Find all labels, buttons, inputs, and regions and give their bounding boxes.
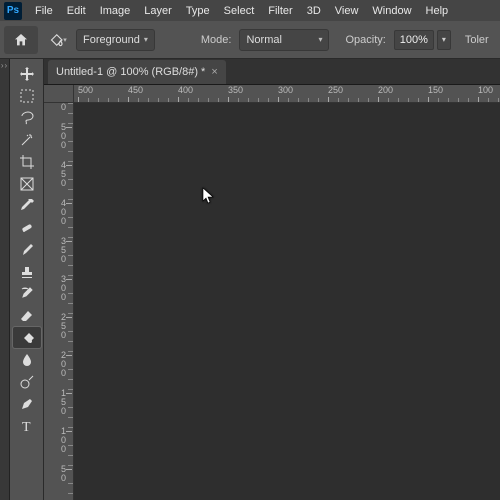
menu-window[interactable]: Window <box>365 2 418 20</box>
menu-help[interactable]: Help <box>419 2 456 20</box>
opacity-flyout[interactable]: ▾ <box>437 30 451 50</box>
chevron-down-icon: ▾ <box>144 35 148 44</box>
blend-mode-select[interactable]: Normal ▾ <box>239 29 329 51</box>
document-tab-title: Untitled-1 @ 100% (RGB/8#) * <box>56 66 205 78</box>
mode-label: Mode: <box>201 34 232 46</box>
tool-blur[interactable] <box>13 349 41 370</box>
menu-3d[interactable]: 3D <box>300 2 328 20</box>
tool-eraser[interactable] <box>13 305 41 326</box>
ruler-origin[interactable] <box>44 85 74 103</box>
opacity-input[interactable]: 100% <box>394 30 434 50</box>
tool-stamp[interactable] <box>13 261 41 282</box>
tool-brush[interactable] <box>13 239 41 260</box>
tool-history-brush[interactable] <box>13 283 41 304</box>
menu-view[interactable]: View <box>328 2 366 20</box>
document-tab[interactable]: Untitled-1 @ 100% (RGB/8#) * × <box>48 60 226 84</box>
menu-filter[interactable]: Filter <box>261 2 299 20</box>
tool-move[interactable] <box>13 63 41 84</box>
blend-mode-value: Normal <box>246 34 281 46</box>
tool-crop[interactable] <box>13 151 41 172</box>
ruler-vertical[interactable]: 55050045040035030025020015010050 <box>44 103 74 500</box>
fill-target-value: Foreground <box>83 34 140 46</box>
tool-lasso[interactable] <box>13 107 41 128</box>
tool-frame[interactable] <box>13 173 41 194</box>
svg-text:T: T <box>22 420 31 434</box>
toolbox: T <box>10 59 44 500</box>
options-bar: ▾ Foreground ▾ Mode: Normal ▾ Opacity: 1… <box>0 21 500 59</box>
chevron-down-icon: ▾ <box>318 35 322 44</box>
fill-target-select[interactable]: Foreground ▾ <box>76 29 155 51</box>
canvas-viewport[interactable] <box>74 103 500 500</box>
home-button[interactable] <box>4 26 38 54</box>
tool-marquee[interactable] <box>13 85 41 106</box>
app-logo: Ps <box>4 2 22 20</box>
menu-file[interactable]: File <box>28 2 60 20</box>
menu-select[interactable]: Select <box>217 2 262 20</box>
panel-dock-strip[interactable]: ›› <box>0 59 10 500</box>
tool-bucket[interactable] <box>13 327 41 348</box>
tool-spot-heal[interactable] <box>13 217 41 238</box>
tool-pen[interactable] <box>13 393 41 414</box>
tool-eyedropper[interactable] <box>13 195 41 216</box>
opacity-label: Opacity: <box>345 34 385 46</box>
tolerance-label: Toler <box>465 34 489 46</box>
tool-type[interactable]: T <box>13 415 41 436</box>
menu-layer[interactable]: Layer <box>137 2 179 20</box>
menu-image[interactable]: Image <box>93 2 138 20</box>
menu-bar: Ps File Edit Image Layer Type Select Fil… <box>0 0 500 21</box>
tool-dodge[interactable] <box>13 371 41 392</box>
document-tab-bar: Untitled-1 @ 100% (RGB/8#) * × <box>44 59 500 85</box>
close-icon[interactable]: × <box>211 66 217 78</box>
menu-edit[interactable]: Edit <box>60 2 93 20</box>
tool-wand[interactable] <box>13 129 41 150</box>
canvas-area: Untitled-1 @ 100% (RGB/8#) * × 500450400… <box>44 59 500 500</box>
menu-type[interactable]: Type <box>179 2 217 20</box>
ruler-horizontal[interactable]: 500450400350300250200150100 <box>74 85 500 103</box>
bucket-tool-icon[interactable]: ▾ <box>46 29 68 51</box>
canvas-document[interactable] <box>74 103 500 500</box>
